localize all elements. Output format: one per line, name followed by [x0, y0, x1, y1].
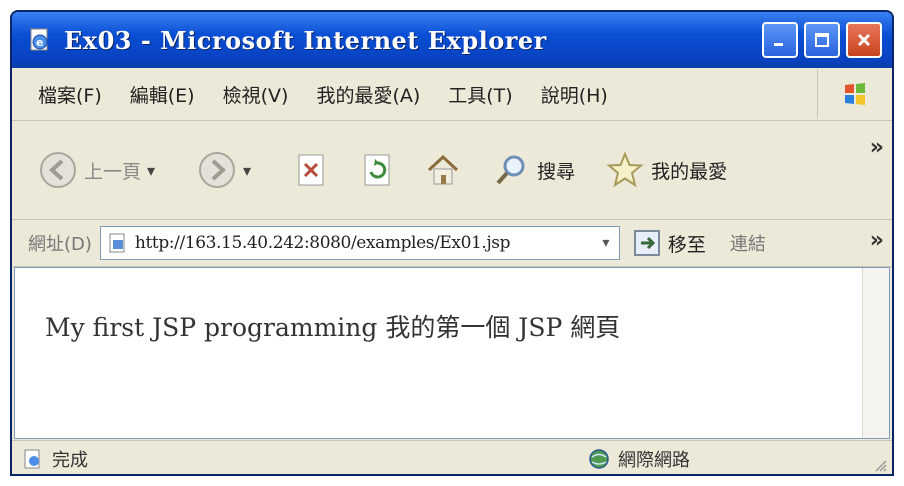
status-bar: 完成 網際網路: [12, 440, 892, 474]
search-button[interactable]: 搜尋: [491, 150, 575, 190]
minimize-icon: [774, 43, 783, 46]
page-icon: [109, 233, 125, 253]
menu-tools[interactable]: 工具(T): [434, 81, 526, 108]
stop-button[interactable]: [291, 150, 331, 190]
home-icon: [428, 154, 459, 185]
toolbar-overflow-icon[interactable]: »: [870, 135, 884, 160]
status-text: 完成: [52, 450, 88, 471]
maximize-icon: [815, 33, 829, 47]
menu-view[interactable]: 檢視(V): [209, 81, 303, 108]
favorites-button[interactable]: 我的最愛: [605, 150, 727, 190]
menu-favorites[interactable]: 我的最愛(A): [302, 81, 434, 108]
zone-label: 網際網路: [618, 450, 690, 471]
go-button[interactable]: 移至: [632, 228, 706, 258]
search-icon: [496, 155, 525, 185]
go-arrow-icon: [633, 230, 660, 256]
links-label[interactable]: 連結: [730, 230, 766, 256]
back-button[interactable]: 上一頁 ▾: [38, 150, 155, 190]
menu-bar: 檔案(F) 編輯(E) 檢視(V) 我的最愛(A) 工具(T) 說明(H): [12, 68, 892, 121]
maximize-button[interactable]: [804, 22, 840, 58]
search-label: 搜尋: [537, 160, 576, 183]
address-input[interactable]: http://163.15.40.242:8080/examples/Ex01.…: [99, 226, 620, 260]
address-url: http://163.15.40.242:8080/examples/Ex01.…: [134, 233, 511, 253]
favorites-label: 我的最愛: [651, 160, 728, 183]
links-overflow-icon[interactable]: »: [870, 228, 884, 253]
close-button[interactable]: [846, 22, 882, 58]
standard-toolbar: 上一頁 ▾ ▾ 搜尋 我的最愛 »: [12, 121, 892, 220]
back-label: 上一頁: [84, 160, 142, 183]
chevron-down-icon: ▾: [243, 160, 252, 180]
title-bar[interactable]: e Ex03 - Microsoft Internet Explorer: [12, 12, 892, 68]
menu-help[interactable]: 說明(H): [527, 81, 622, 108]
address-label: 網址(D): [28, 234, 92, 255]
minimize-button[interactable]: [762, 22, 798, 58]
menu-edit[interactable]: 編輯(E): [116, 81, 209, 108]
home-button[interactable]: [423, 150, 463, 190]
chevron-down-icon: ▾: [147, 160, 156, 180]
back-arrow-icon: [40, 152, 76, 188]
forward-button[interactable]: ▾: [197, 150, 251, 190]
menu-file[interactable]: 檔案(F): [12, 81, 116, 108]
vertical-scrollbar[interactable]: [862, 268, 889, 438]
security-zone: 網際網路: [588, 446, 690, 472]
page-body-text: My first JSP programming 我的第一個 JSP 網頁: [45, 313, 621, 342]
windows-logo-icon: [817, 69, 892, 119]
forward-arrow-icon: [199, 152, 236, 188]
address-bar: 網址(D) http://163.15.40.242:8080/examples…: [12, 220, 892, 267]
stop-icon: [298, 154, 324, 186]
page-done-icon: [24, 449, 40, 469]
refresh-button[interactable]: [357, 150, 397, 190]
svg-text:e: e: [36, 36, 43, 49]
star-icon: [606, 151, 644, 188]
browser-window: e Ex03 - Microsoft Internet Explorer 檔案(…: [10, 10, 894, 476]
refresh-icon: [364, 154, 390, 186]
close-icon: [857, 33, 871, 47]
page-content: My first JSP programming 我的第一個 JSP 網頁: [14, 267, 890, 439]
resize-grip-icon[interactable]: [872, 457, 888, 473]
window-title: Ex03 - Microsoft Internet Explorer: [64, 25, 547, 55]
globe-icon: [589, 449, 609, 469]
go-label: 移至: [667, 233, 706, 256]
address-dropdown-icon[interactable]: ▾: [593, 227, 619, 259]
ie-page-icon: e: [26, 26, 54, 54]
